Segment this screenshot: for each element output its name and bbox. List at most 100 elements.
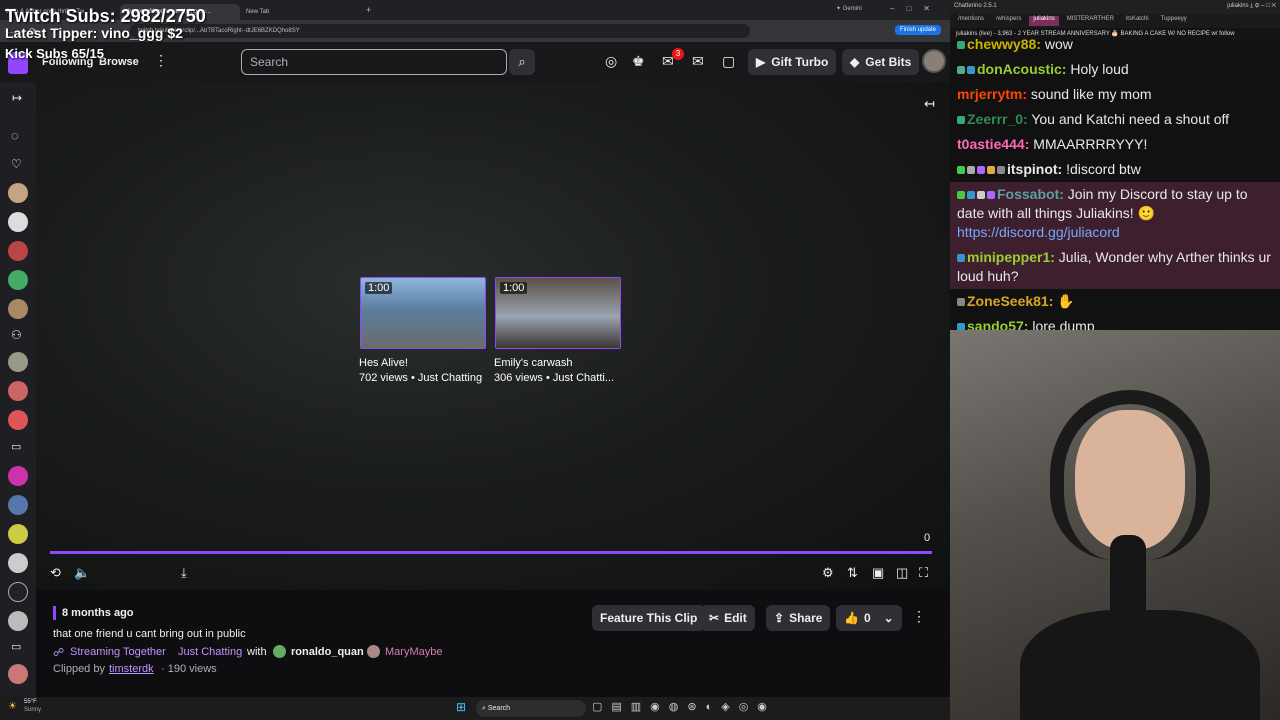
chat-message-highlight: Fossabot: Join my Discord to stay up to … (950, 182, 1280, 245)
prime-icon[interactable]: ◎ (605, 53, 617, 70)
address-bar[interactable]: twitch.tv/juliakins/clip/...AbTBTacoRigh… (130, 24, 750, 38)
get-bits-label: Get Bits (865, 55, 912, 69)
category-link[interactable]: Just Chatting (178, 646, 242, 658)
channel-avatar[interactable] (8, 410, 28, 430)
chat-messages: chewwy88: wow donAcoustic: Holy loud mrj… (950, 32, 1280, 339)
channel-avatar[interactable] (8, 299, 28, 319)
chat-username[interactable]: Zeerrr_0: (967, 111, 1028, 127)
fullscreen-icon[interactable]: ⛶ (919, 565, 928, 581)
feature-clip-button[interactable]: Feature This Clip (592, 605, 706, 631)
download-icon[interactable]: ⤓ (181, 565, 187, 581)
followed-heart-icon[interactable]: ♡ (11, 157, 22, 171)
new-tab-icon[interactable]: + (366, 5, 371, 15)
start-icon[interactable]: ⊞ (456, 700, 466, 714)
chat-tab[interactable]: MISTERARTHER (1063, 16, 1118, 26)
get-bits-button[interactable]: ◆ Get Bits (842, 49, 920, 75)
followed-channels-rail: ↦ ◌ ♡ ⚇ ▭ ▭ (0, 82, 36, 697)
chatterino-title-bar: Chatterino 2.5.1 juliakins ⤓ ⚙ – □ ✕ (950, 0, 1280, 14)
chat-tab[interactable]: /mentions (954, 16, 988, 26)
volume-icon[interactable]: 🔈 (74, 565, 90, 581)
theater-mode-icon[interactable]: ◫ (896, 565, 908, 581)
channel-avatar[interactable] (8, 352, 28, 372)
clip-duration: 1:00 (365, 282, 393, 294)
chat-username[interactable]: t0astie444: (957, 136, 1029, 152)
browser-tab[interactable]: New Tab (240, 4, 360, 20)
chatterino-user[interactable]: juliakins ⤓ ⚙ – □ ✕ (1227, 3, 1276, 11)
miniplayer-icon[interactable]: ▣ (872, 565, 884, 581)
recommended-clip-card[interactable]: 1:00 (360, 277, 486, 349)
clip-duration: 1:00 (500, 282, 528, 294)
clip-views: · 190 views (161, 663, 217, 675)
gemini-button[interactable]: ✦ Gemini (836, 5, 862, 12)
channel-avatar[interactable] (8, 664, 28, 684)
streaming-together-link[interactable]: Streaming Together (70, 646, 166, 658)
channel-avatar[interactable] (8, 495, 28, 515)
chat-link[interactable]: https://discord.gg/juliacord (957, 224, 1120, 240)
channel-avatar[interactable] (8, 553, 28, 573)
chat-tab-active[interactable]: juliakins (1029, 16, 1059, 26)
more-menu-icon[interactable]: ⋮ (154, 52, 168, 69)
activity-icon[interactable]: ▢ (722, 53, 735, 70)
clip-video-player[interactable]: ↤ 1:00 Hes Alive! 702 views • Just Chatt… (36, 82, 950, 590)
finish-update-button[interactable]: Finish update (895, 25, 942, 35)
chat-message: itspinot: !discord btw (950, 157, 1280, 182)
edit-button[interactable]: ✂ Edit (701, 605, 755, 631)
weather-temp[interactable]: 55°F (24, 699, 37, 705)
add-friend-icon[interactable]: ⚇ (11, 328, 22, 342)
settings-gear-icon[interactable]: ⚙ (822, 565, 834, 581)
nav-browse[interactable]: Browse (99, 56, 139, 68)
collab-link[interactable]: ronaldo_quan (291, 646, 364, 658)
like-button[interactable]: 👍 0 ⌄ (836, 605, 902, 631)
collapse-chat-icon[interactable]: ↤ (924, 96, 935, 112)
whispers-icon[interactable]: ✉ (692, 53, 704, 70)
search-input[interactable]: Search (241, 49, 507, 75)
recommended-icon[interactable]: ◌ (11, 128, 19, 143)
expand-rail-icon[interactable]: ↦ (12, 91, 22, 105)
clip-card-title[interactable]: Hes Alive! (359, 357, 408, 369)
search-button[interactable]: ⌕ (509, 49, 535, 75)
channel-avatar[interactable] (8, 183, 28, 203)
replay-icon[interactable]: ⟲ (50, 565, 61, 581)
channel-avatar[interactable] (8, 381, 28, 401)
chat-username[interactable]: ZoneSeek81: (967, 293, 1053, 309)
video-icon[interactable]: ▭ (11, 440, 21, 453)
chat-username[interactable]: donAcoustic: (977, 61, 1066, 77)
chat-username[interactable]: mrjerrytm: (957, 86, 1027, 102)
chat-username[interactable]: minipepper1: (967, 249, 1055, 265)
more-options-icon[interactable]: ⋮ (912, 608, 926, 625)
collab-link[interactable]: MaryMaybe (385, 646, 442, 658)
recommended-clip-card[interactable]: 1:00 (495, 277, 621, 349)
chat-username[interactable]: Fossabot: (997, 186, 1064, 202)
edit-label: Edit (724, 611, 747, 625)
chevron-down-icon[interactable]: ⌄ (884, 611, 894, 625)
user-avatar[interactable] (922, 49, 946, 73)
channel-avatar[interactable] (8, 212, 28, 232)
chat-message-highlight: minipepper1: Julia, Wonder why Arther th… (950, 245, 1280, 289)
taskbar-apps-icon[interactable]: ▢▤▥◉◍⊛◐◈◎◉ (592, 700, 776, 713)
channel-avatar[interactable] (8, 524, 28, 544)
chat-text: You and Katchi need a shout off (1031, 111, 1230, 127)
camera-icon[interactable]: ▭ (11, 640, 21, 653)
crown-icon[interactable]: ♚ (632, 53, 645, 70)
clip-icon[interactable]: ⇅ (847, 565, 858, 581)
chat-tab[interactable]: itsKatchi (1122, 16, 1153, 26)
chat-text: Holy loud (1070, 61, 1129, 77)
channel-avatar[interactable] (8, 466, 28, 486)
channel-avatar[interactable] (8, 611, 28, 631)
taskbar-search[interactable]: ⌕ Search (476, 700, 586, 717)
chat-tab[interactable]: Tuppeeyy (1157, 16, 1191, 26)
webcam-feed (950, 330, 1280, 720)
chat-username[interactable]: itspinot: (1007, 161, 1062, 177)
window-controls[interactable]: –□✕ (890, 4, 942, 13)
chat-tab[interactable]: /whispers (992, 16, 1025, 26)
channel-avatar[interactable] (8, 582, 28, 602)
clip-card-title[interactable]: Emily's carwash (494, 357, 573, 369)
chat-message: mrjerrytm: sound like my mom (950, 82, 1280, 107)
clipper-link[interactable]: timsterdk (109, 663, 154, 675)
channel-avatar[interactable] (8, 241, 28, 261)
channel-avatar[interactable] (8, 270, 28, 290)
clip-card-meta: 306 views • Just Chatti... (494, 372, 615, 384)
chat-username[interactable]: chewwy88: (967, 36, 1041, 52)
gift-turbo-button[interactable]: ▶ Gift Turbo (748, 49, 837, 75)
share-button[interactable]: ⇪ Share (766, 605, 831, 631)
